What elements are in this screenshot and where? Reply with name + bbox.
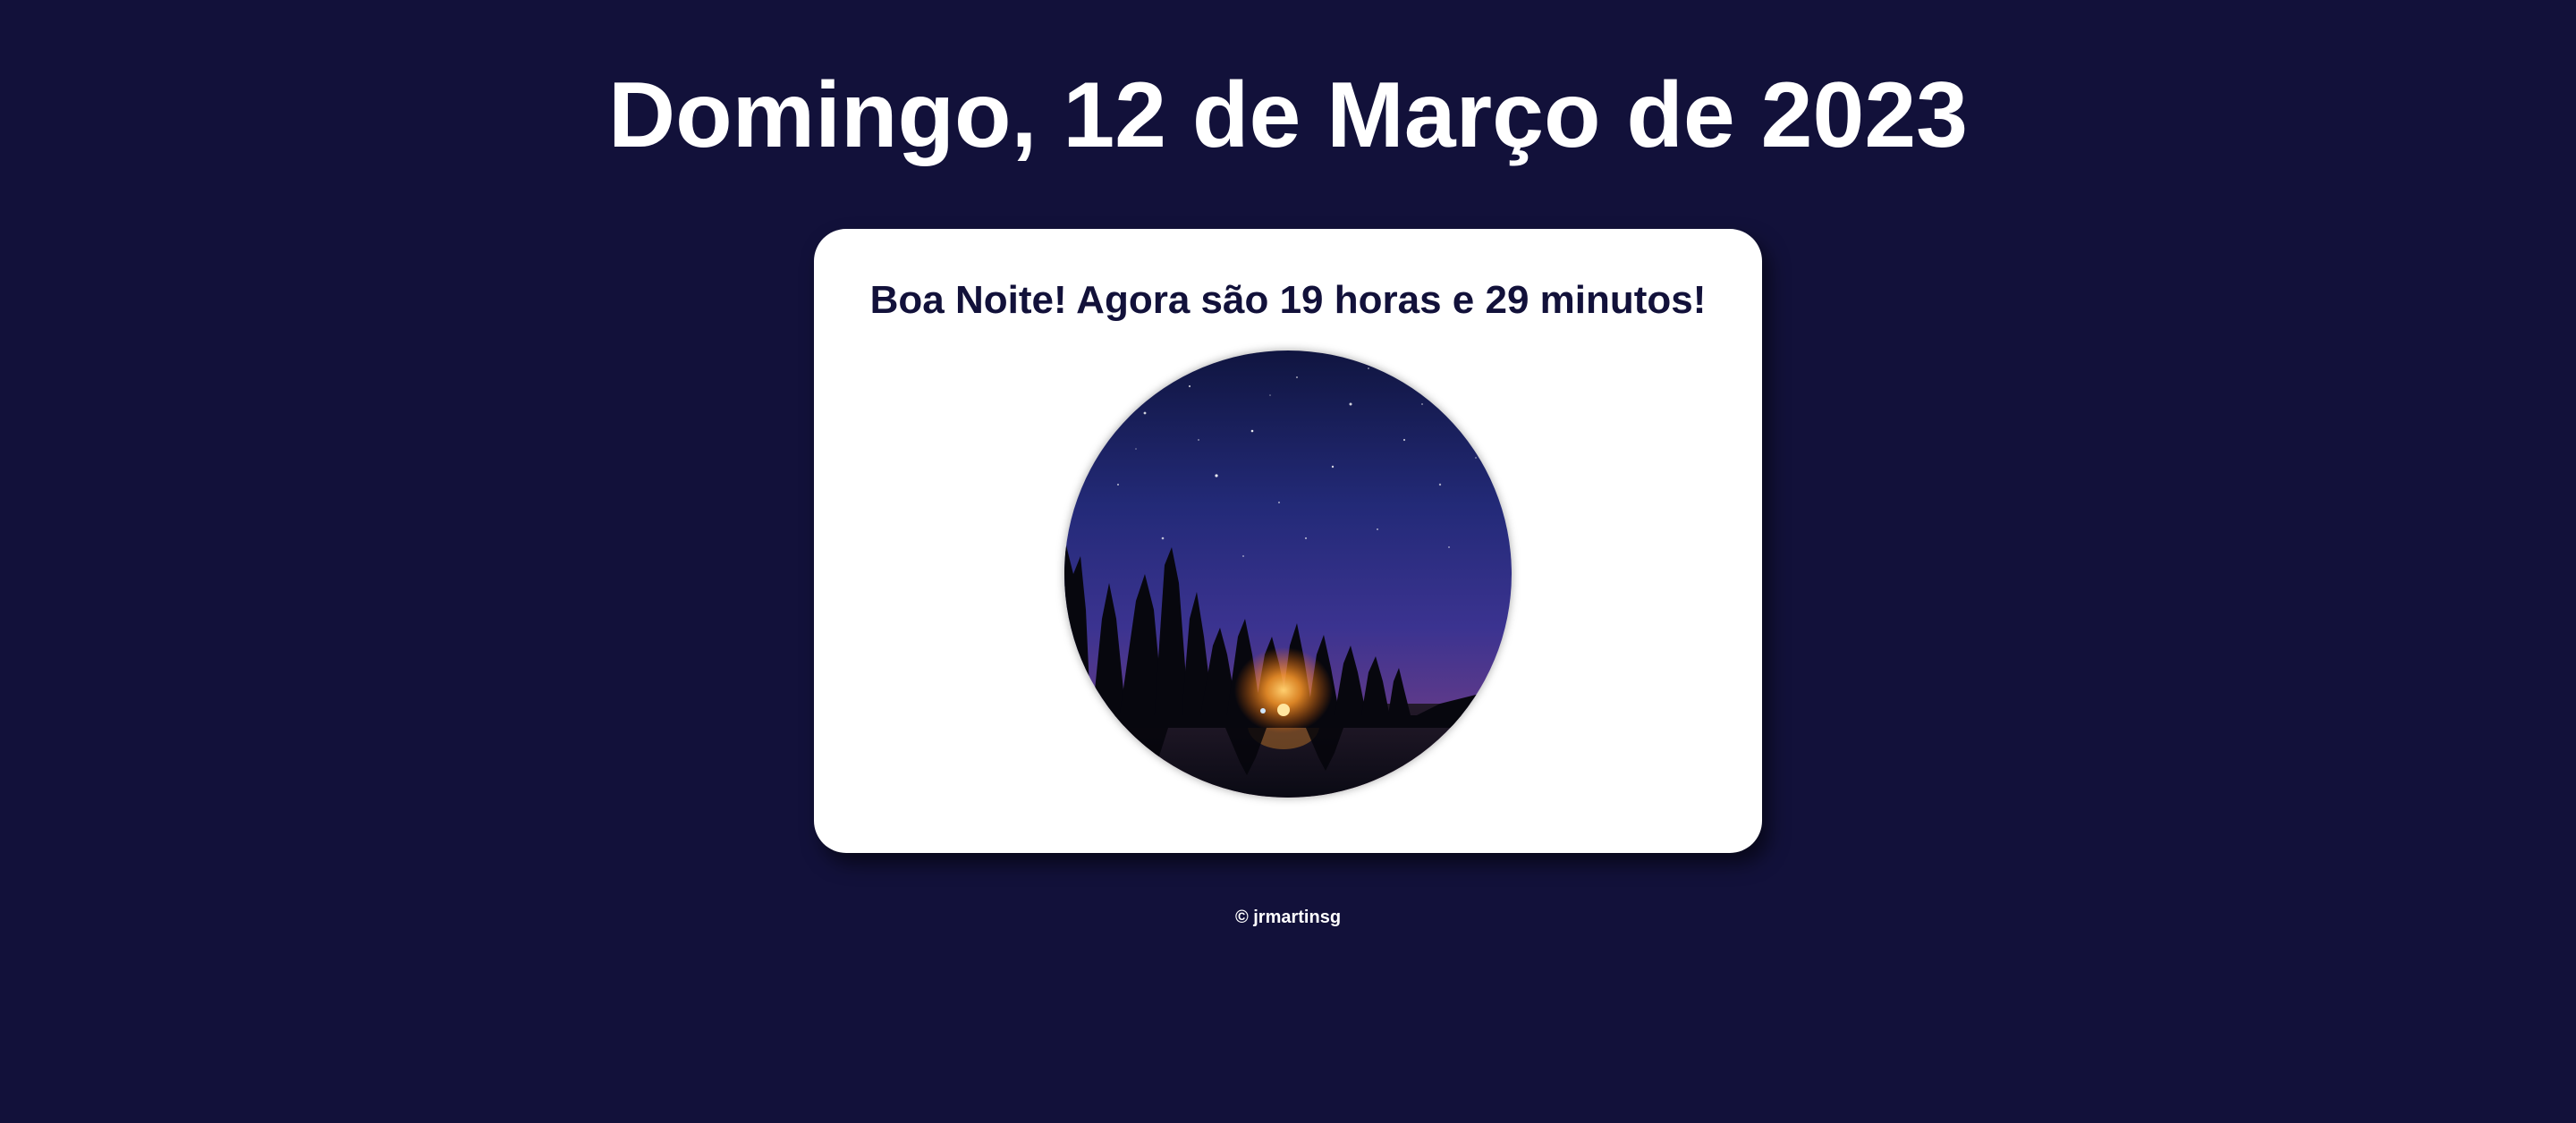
night-scene-illustration [1064,350,1512,798]
date-heading: Domingo, 12 de Março de 2023 [607,63,1969,167]
greeting-message: Boa Noite! Agora são 19 horas e 29 minut… [869,278,1707,322]
night-scene-image [1064,350,1512,798]
copyright-footer: © jrmartinsg [1234,908,1342,927]
greeting-card: Boa Noite! Agora são 19 horas e 29 minut… [814,229,1762,853]
page: Domingo, 12 de Março de 2023 Boa Noite! … [0,0,2576,1123]
